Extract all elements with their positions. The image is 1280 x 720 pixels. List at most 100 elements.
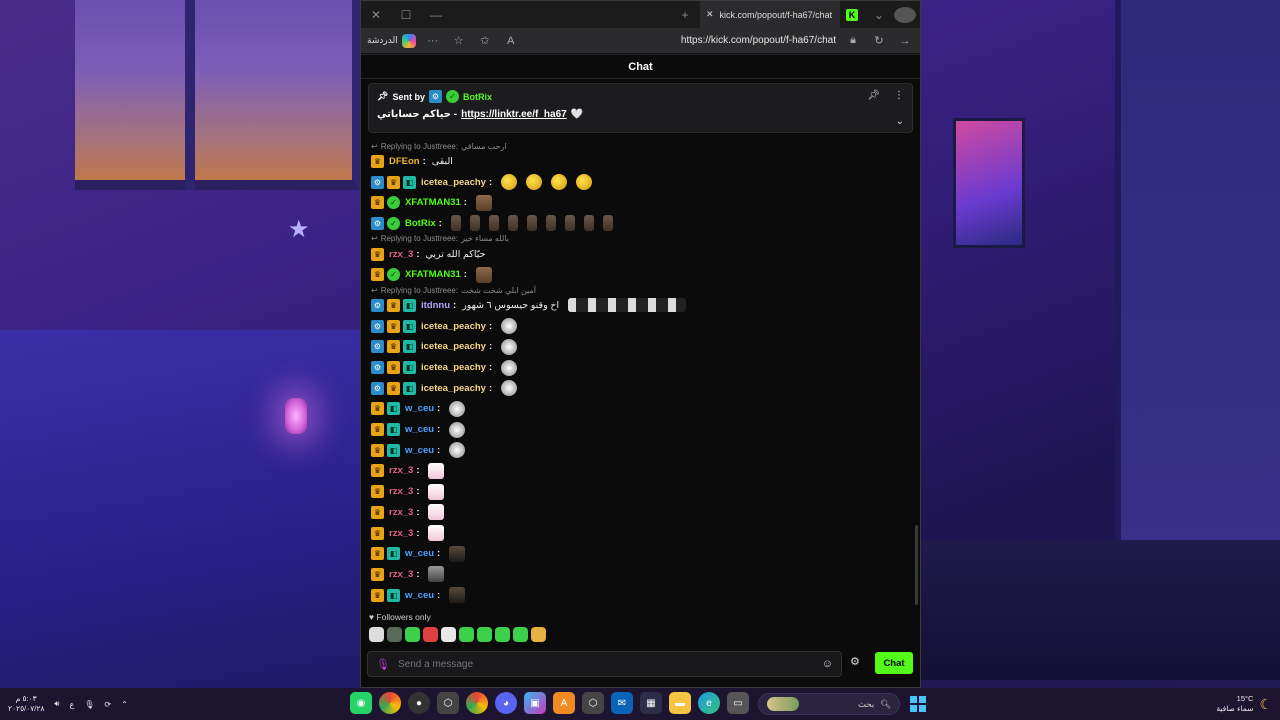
username[interactable]: BotRix bbox=[405, 218, 436, 229]
emote-image[interactable] bbox=[501, 380, 518, 397]
start-windows-icon[interactable] bbox=[910, 696, 926, 712]
emote-image[interactable] bbox=[501, 359, 518, 376]
emote-image[interactable] bbox=[501, 318, 518, 335]
emote-image[interactable] bbox=[564, 215, 575, 232]
chat-message[interactable]: ♛ rzx_3: bbox=[371, 502, 906, 523]
pinned-sender[interactable]: BotRix bbox=[463, 92, 492, 102]
emote-bar-item[interactable] bbox=[405, 627, 420, 642]
pin-menu-icon[interactable]: ⋮ bbox=[894, 90, 904, 101]
m365-icon[interactable]: ▣ bbox=[524, 692, 546, 714]
expand-chevron-icon[interactable]: ⌄ bbox=[896, 116, 904, 127]
message-input-box[interactable]: 🎙︎ ☺ bbox=[367, 651, 842, 677]
chat-settings-gear-icon[interactable]: ⚙ bbox=[850, 655, 860, 668]
file-explorer-icon[interactable]: ▬ bbox=[669, 692, 691, 714]
chat-message[interactable]: ♛ rzx_3: حيّاكم الله تريي bbox=[371, 244, 906, 265]
speaker-icon[interactable]: 🔊︎ bbox=[54, 699, 59, 709]
chat-message[interactable]: ⚙ ♛ ◧ itdnnu: اخ وقنو جيسوس ٦ شهور bbox=[371, 295, 906, 316]
username[interactable]: icetea_peachy bbox=[421, 341, 486, 352]
reply-context[interactable]: ↩ Replying to Justtreee: ارحب مساقي bbox=[371, 141, 906, 151]
kick-extension[interactable]: K bbox=[840, 1, 864, 28]
username[interactable]: DFEon bbox=[389, 156, 420, 167]
chat-message[interactable]: ♛ ✓ XFATMAN31: bbox=[371, 264, 906, 285]
emote-bar-item[interactable] bbox=[459, 627, 474, 642]
username[interactable]: rzx_3 bbox=[389, 486, 413, 497]
sync-icon[interactable]: ⟳ bbox=[104, 700, 111, 709]
emote-image[interactable] bbox=[488, 215, 499, 232]
maximize-icon[interactable]: ☐ bbox=[391, 8, 421, 22]
outlook-icon[interactable]: ✉ bbox=[611, 692, 633, 714]
chat-message[interactable]: ♛ ◧ w_ceu: bbox=[371, 543, 906, 564]
username[interactable]: rzx_3 bbox=[389, 569, 413, 580]
emote-image[interactable] bbox=[501, 174, 518, 191]
app-icon[interactable]: ⬡ bbox=[582, 692, 604, 714]
emote-bar-item[interactable] bbox=[387, 627, 402, 642]
reply-context[interactable]: ↩ Replying to Justtreee: آمين ابلي شخت شخت bbox=[371, 285, 906, 295]
chat-message[interactable]: ♛ ✓ XFATMAN31: bbox=[371, 192, 906, 213]
emote-image[interactable] bbox=[428, 483, 445, 500]
whatsapp-icon[interactable]: ◉ bbox=[350, 692, 372, 714]
emote-image[interactable] bbox=[568, 298, 687, 313]
pinned-link[interactable]: https://linktr.ee/f_ha67 bbox=[461, 109, 567, 120]
forward-icon[interactable]: → bbox=[896, 35, 914, 47]
refresh-icon[interactable]: ↻ bbox=[870, 34, 888, 47]
read-aloud-icon[interactable]: A bbox=[502, 35, 520, 47]
emote-image[interactable] bbox=[526, 174, 543, 191]
username[interactable]: w_ceu bbox=[405, 445, 434, 456]
emote-image[interactable] bbox=[583, 215, 594, 232]
send-chat-button[interactable]: Chat bbox=[875, 652, 913, 674]
taskbar-search[interactable]: بحث 🔍︎ bbox=[758, 693, 900, 715]
more-options-icon[interactable]: ··· bbox=[424, 35, 442, 47]
app-icon[interactable]: ⬡ bbox=[437, 692, 459, 714]
app-icon[interactable]: A bbox=[553, 692, 575, 714]
chat-message[interactable]: ⚙ ✓ BotRix: bbox=[371, 213, 906, 234]
emote-image[interactable] bbox=[449, 545, 466, 562]
chrome-icon[interactable] bbox=[379, 692, 401, 714]
chat-message[interactable]: ♛ ◧ w_ceu: bbox=[371, 419, 906, 440]
chat-message[interactable]: ♛ rzx_3: bbox=[371, 461, 906, 482]
new-tab-icon[interactable]: + bbox=[670, 8, 700, 22]
obs-icon[interactable]: ● bbox=[408, 692, 430, 714]
chat-message[interactable]: ♛ DFEon: البقى bbox=[371, 151, 906, 172]
username[interactable]: XFATMAN31 bbox=[405, 197, 461, 208]
emote-image[interactable] bbox=[428, 566, 445, 583]
username[interactable]: icetea_peachy bbox=[421, 362, 486, 373]
username[interactable]: XFATMAN31 bbox=[405, 269, 461, 280]
mic-tray-icon[interactable]: 🎙︎ bbox=[84, 700, 94, 709]
emote-image[interactable] bbox=[428, 525, 445, 542]
message-input[interactable] bbox=[397, 658, 798, 670]
emote-bar-item[interactable] bbox=[477, 627, 492, 642]
chat-message[interactable]: ⚙ ♛ ◧ icetea_peachy: bbox=[371, 316, 906, 337]
scrollbar[interactable] bbox=[915, 525, 918, 605]
tab-close-icon[interactable]: ✕ bbox=[706, 9, 714, 20]
emote-bar-item[interactable] bbox=[441, 627, 456, 642]
emote-bar-item[interactable] bbox=[531, 627, 546, 642]
language-indicator[interactable]: ع bbox=[69, 700, 74, 709]
store-icon[interactable]: ▦ bbox=[640, 692, 662, 714]
emote-image[interactable] bbox=[576, 174, 593, 191]
username[interactable]: rzx_3 bbox=[389, 465, 413, 476]
tab-list-chevron-icon[interactable]: ⌄ bbox=[864, 8, 894, 22]
emote-image[interactable] bbox=[428, 504, 445, 521]
url-text[interactable]: https://kick.com/popout/f-ha67/chat bbox=[681, 35, 836, 46]
chat-message[interactable]: ♛ rzx_3: bbox=[371, 481, 906, 502]
emote-image[interactable] bbox=[545, 215, 556, 232]
username[interactable]: icetea_peachy bbox=[421, 383, 486, 394]
username[interactable]: rzx_3 bbox=[389, 249, 413, 260]
username[interactable]: icetea_peachy bbox=[421, 321, 486, 332]
emote-bar-item[interactable] bbox=[423, 627, 438, 642]
chat-message[interactable]: ⚙ ♛ ◧ icetea_peachy: bbox=[371, 337, 906, 358]
clock[interactable]: ٥:٠٣ م ٢٠٢٥/٠٧/٢٨ bbox=[8, 694, 44, 714]
weather-widget[interactable]: 15°C سماء صافية ☾ bbox=[1216, 688, 1272, 720]
copilot-button[interactable]: الدردشة bbox=[367, 33, 416, 48]
browser-tab[interactable]: ✕ kick.com/popout/f-ha67/chat bbox=[700, 1, 840, 28]
chat-message[interactable]: ⚙ ♛ ◧ icetea_peachy: bbox=[371, 172, 906, 193]
mic-icon[interactable]: 🎙︎ bbox=[376, 658, 390, 671]
unpin-icon[interactable]: 📌︎ bbox=[867, 90, 880, 101]
emote-image[interactable] bbox=[551, 174, 568, 191]
app-icon[interactable]: ▭ bbox=[727, 692, 749, 714]
emote-image[interactable] bbox=[602, 215, 613, 232]
emote-image[interactable] bbox=[449, 421, 466, 438]
emote-bar-item[interactable] bbox=[513, 627, 528, 642]
chat-message[interactable]: ♛ rzx_3: bbox=[371, 523, 906, 544]
discord-icon[interactable]: ◕ bbox=[495, 692, 517, 714]
